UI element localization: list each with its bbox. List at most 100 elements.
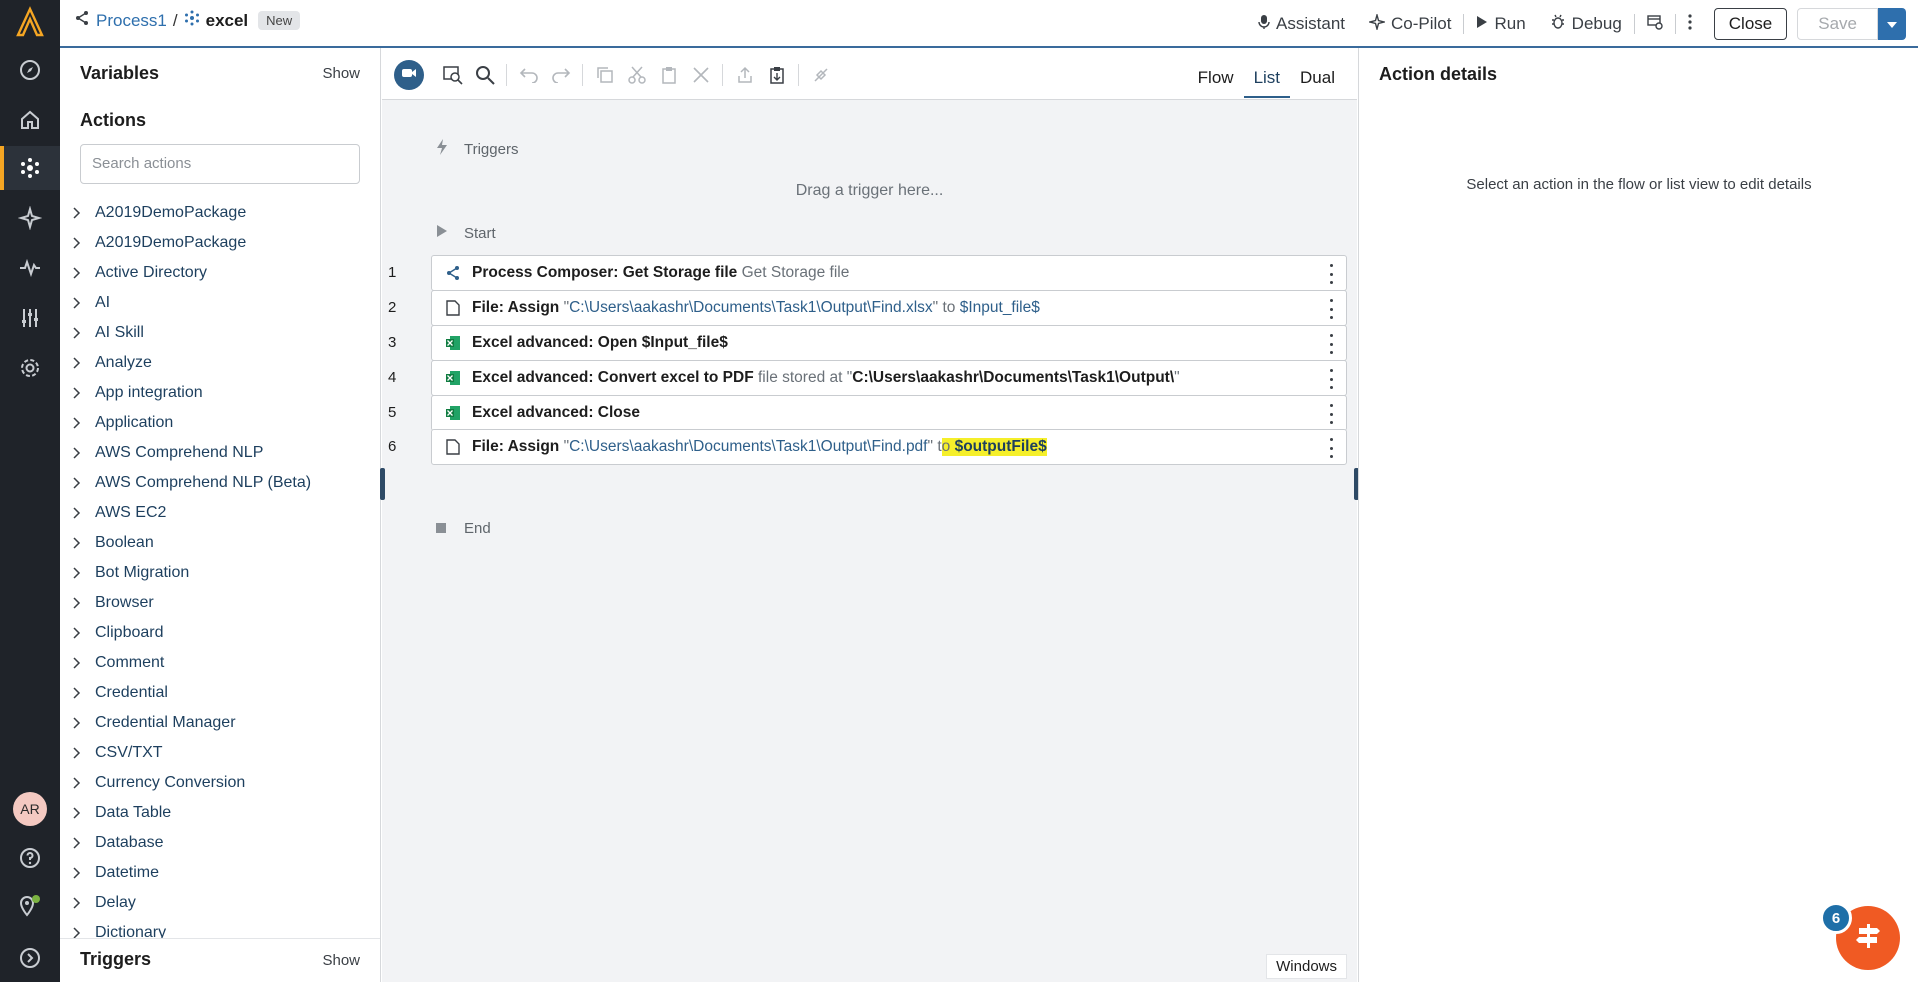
variables-show-link[interactable]: Show bbox=[322, 65, 360, 82]
step-row-3[interactable]: 3 Excel advanced: Open $Input_file$ bbox=[382, 325, 1357, 361]
tab-flow[interactable]: Flow bbox=[1188, 64, 1244, 98]
action-package-item[interactable]: App integration bbox=[60, 378, 380, 408]
search-actions-input[interactable]: Search actions bbox=[80, 144, 360, 184]
avatar[interactable]: AR bbox=[13, 792, 47, 826]
chevron-down-icon bbox=[1886, 14, 1898, 34]
save-button[interactable]: Save bbox=[1797, 8, 1878, 40]
ai-icon[interactable] bbox=[0, 196, 60, 240]
action-package-item[interactable]: Credential Manager bbox=[60, 708, 380, 738]
automation-icon[interactable] bbox=[0, 146, 60, 190]
action-package-item[interactable]: Credential bbox=[60, 678, 380, 708]
action-package-item[interactable]: Database bbox=[60, 828, 380, 858]
action-package-item[interactable]: Data Table bbox=[60, 798, 380, 828]
action-package-item[interactable]: AI bbox=[60, 288, 380, 318]
start-label: Start bbox=[464, 224, 496, 242]
step-card[interactable]: Excel advanced: Open $Input_file$ bbox=[431, 325, 1347, 361]
cut-icon[interactable] bbox=[624, 62, 650, 88]
explore-icon[interactable] bbox=[0, 48, 60, 92]
step-row-5[interactable]: 5 Excel advanced: Close bbox=[382, 395, 1357, 431]
search-icon[interactable] bbox=[472, 62, 498, 88]
step-row-4[interactable]: 4 Excel advanced: Convert excel to PDF f… bbox=[382, 360, 1357, 396]
step-row-6[interactable]: 6 File: Assign " C:\Users\aakashr\Documen… bbox=[382, 429, 1357, 465]
action-package-item[interactable]: Comment bbox=[60, 648, 380, 678]
step-row-1[interactable]: 1 Process Composer: Get Storage file Get… bbox=[382, 255, 1357, 291]
step-number: 1 bbox=[388, 264, 397, 281]
triggers-section: Triggers Show bbox=[60, 938, 380, 982]
file-icon bbox=[444, 299, 462, 317]
action-package-item[interactable]: Clipboard bbox=[60, 618, 380, 648]
stop-icon bbox=[436, 520, 446, 537]
undo-icon[interactable] bbox=[516, 62, 542, 88]
help-icon[interactable] bbox=[0, 836, 60, 880]
action-package-label: AWS Comprehend NLP (Beta) bbox=[95, 474, 312, 491]
action-package-item[interactable]: AWS Comprehend NLP bbox=[60, 438, 380, 468]
record-button[interactable] bbox=[394, 60, 424, 90]
breadcrumb-process-link[interactable]: Process1 bbox=[96, 11, 167, 31]
step-menu-icon[interactable] bbox=[1326, 334, 1336, 354]
action-package-item[interactable]: AWS Comprehend NLP (Beta) bbox=[60, 468, 380, 498]
chevron-right-icon bbox=[73, 777, 95, 789]
expand-icon[interactable] bbox=[0, 936, 60, 980]
step-menu-icon[interactable] bbox=[1326, 438, 1336, 458]
action-package-item[interactable]: Active Directory bbox=[60, 258, 380, 288]
paste-icon[interactable] bbox=[656, 62, 682, 88]
notification-badge: 6 bbox=[1820, 902, 1852, 934]
run-button[interactable]: Run bbox=[1464, 14, 1537, 34]
chevron-right-icon bbox=[73, 657, 95, 669]
clipboard-paste-icon[interactable] bbox=[764, 62, 790, 88]
activity-icon[interactable] bbox=[0, 246, 60, 290]
action-package-item[interactable]: Bot Migration bbox=[60, 558, 380, 588]
chevron-right-icon bbox=[73, 447, 95, 459]
action-package-item[interactable]: A2019DemoPackage bbox=[60, 198, 380, 228]
find-in-app-icon[interactable] bbox=[440, 62, 466, 88]
step-card[interactable]: Excel advanced: Convert excel to PDF fil… bbox=[431, 360, 1347, 396]
tab-dual[interactable]: Dual bbox=[1290, 64, 1345, 98]
location-icon[interactable] bbox=[0, 884, 60, 928]
action-package-item[interactable]: A2019DemoPackage bbox=[60, 228, 380, 258]
layout-button[interactable] bbox=[1635, 14, 1675, 35]
assistant-button[interactable]: Assistant bbox=[1246, 14, 1357, 35]
action-details-panel: Action details Select an action in the f… bbox=[1358, 48, 1918, 982]
manage-icon[interactable] bbox=[0, 296, 60, 340]
divider bbox=[582, 64, 583, 86]
step-menu-icon[interactable] bbox=[1326, 369, 1336, 389]
action-package-item[interactable]: AI Skill bbox=[60, 318, 380, 348]
step-menu-icon[interactable] bbox=[1326, 264, 1336, 284]
action-package-item[interactable]: Application bbox=[60, 408, 380, 438]
action-package-item[interactable]: AWS EC2 bbox=[60, 498, 380, 528]
close-button[interactable]: Close bbox=[1713, 8, 1788, 40]
trigger-drop-zone[interactable]: Drag a trigger here... bbox=[382, 182, 1357, 200]
debug-button[interactable]: Debug bbox=[1538, 14, 1634, 35]
disable-icon[interactable] bbox=[808, 62, 834, 88]
action-package-item[interactable]: Currency Conversion bbox=[60, 768, 380, 798]
chevron-right-icon bbox=[73, 297, 95, 309]
tab-list[interactable]: List bbox=[1243, 64, 1291, 98]
delete-icon[interactable] bbox=[688, 62, 714, 88]
step-card[interactable]: Process Composer: Get Storage file Get S… bbox=[431, 255, 1347, 291]
settings-icon[interactable] bbox=[0, 346, 60, 390]
view-switcher: Flow List Dual bbox=[1188, 64, 1345, 98]
step-menu-icon[interactable] bbox=[1326, 299, 1336, 319]
export-icon[interactable] bbox=[732, 62, 758, 88]
step-menu-icon[interactable] bbox=[1326, 404, 1336, 424]
action-package-item[interactable]: Browser bbox=[60, 588, 380, 618]
action-package-item[interactable]: Datetime bbox=[60, 858, 380, 888]
logo-icon[interactable] bbox=[14, 6, 46, 38]
copilot-button[interactable]: Co-Pilot bbox=[1357, 11, 1463, 35]
action-package-item[interactable]: Boolean bbox=[60, 528, 380, 558]
more-menu-button[interactable] bbox=[1676, 13, 1704, 35]
action-package-item[interactable]: Analyze bbox=[60, 348, 380, 378]
triggers-show-link[interactable]: Show bbox=[322, 952, 360, 969]
editor-canvas: Flow List Dual Triggers Drag a trigger h… bbox=[380, 48, 1359, 982]
action-package-item[interactable]: Delay bbox=[60, 888, 380, 918]
step-row-2[interactable]: 2 File: Assign " C:\Users\aakashr\Documen… bbox=[382, 290, 1357, 326]
redo-icon[interactable] bbox=[548, 62, 574, 88]
step-card[interactable]: Excel advanced: Close bbox=[431, 395, 1347, 431]
home-icon[interactable] bbox=[0, 98, 60, 142]
save-dropdown-button[interactable] bbox=[1878, 8, 1906, 40]
action-package-label: Delay bbox=[95, 894, 136, 911]
action-package-item[interactable]: CSV/TXT bbox=[60, 738, 380, 768]
step-card[interactable]: File: Assign " C:\Users\aakashr\Documents… bbox=[431, 290, 1347, 326]
copy-icon[interactable] bbox=[592, 62, 618, 88]
step-card[interactable]: File: Assign " C:\Users\aakashr\Documents… bbox=[431, 429, 1347, 465]
